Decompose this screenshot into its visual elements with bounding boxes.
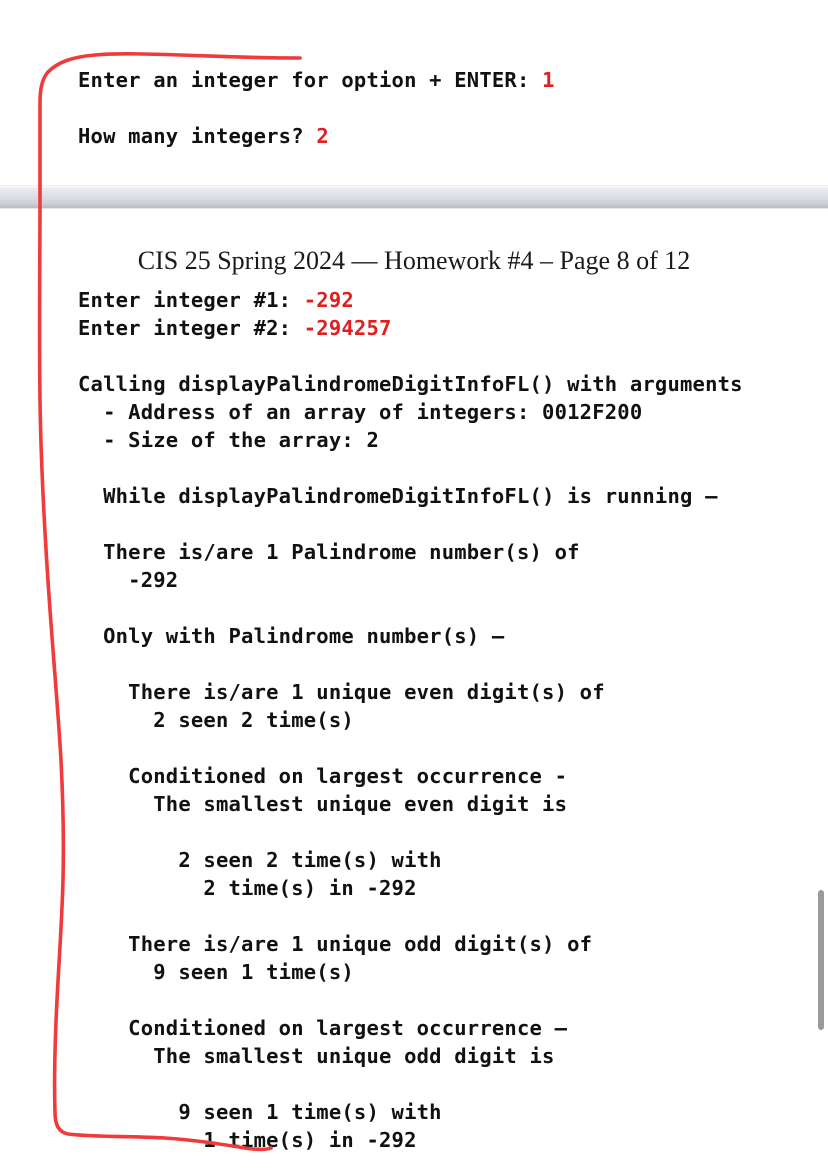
console-line-smallest-odd: The smallest unique odd digit is bbox=[78, 1044, 555, 1068]
scrollbar-thumb[interactable] bbox=[818, 890, 824, 1030]
console-line-calling-function: Calling displayPalindromeDigitInfoFL() w… bbox=[78, 372, 743, 396]
console-line-while-running: While displayPalindromeDigitInfoFL() is … bbox=[78, 484, 718, 508]
console-line-enter-integer-1-label: Enter integer #1: bbox=[78, 288, 304, 312]
document-page: Enter an integer for option + ENTER: 1 H… bbox=[0, 0, 828, 1172]
console-line-palindrome-value: -292 bbox=[78, 568, 179, 592]
console-output-block: Enter integer #1: -292 Enter integer #2:… bbox=[78, 286, 828, 1154]
console-line-unique-odd-detail: 9 seen 1 time(s) bbox=[78, 960, 354, 984]
console-line-enter-integer-2: Enter integer #2: -294257 bbox=[78, 314, 828, 342]
console-line-arg-size: - Size of the array: 2 bbox=[78, 428, 380, 452]
console-line-palindrome-count: There is/are 1 Palindrome number(s) of bbox=[78, 540, 580, 564]
console-line-conditioned-even: Conditioned on largest occurrence - bbox=[78, 764, 568, 788]
console-line-even-seen-in: 2 time(s) in -292 bbox=[78, 876, 417, 900]
console-line-unique-even-detail: 2 seen 2 time(s) bbox=[78, 708, 354, 732]
console-line-option-prompt-value: 1 bbox=[542, 68, 555, 92]
console-line-enter-integer-1: Enter integer #1: -292 bbox=[78, 286, 828, 314]
page-header: CIS 25 Spring 2024 — Homework #4 – Page … bbox=[137, 246, 691, 275]
console-line-count-prompt-label: How many integers? bbox=[78, 124, 317, 148]
console-line-smallest-even: The smallest unique even digit is bbox=[78, 792, 568, 816]
console-line-enter-integer-1-value: -292 bbox=[303, 288, 354, 312]
console-line-count-prompt: How many integers? 2 bbox=[78, 122, 329, 150]
console-line-unique-odd-count: There is/are 1 unique odd digit(s) of bbox=[78, 932, 593, 956]
console-line-enter-integer-2-value: -294257 bbox=[303, 316, 392, 340]
console-line-conditioned-odd: Conditioned on largest occurrence – bbox=[78, 1016, 568, 1040]
console-line-odd-seen-with: 9 seen 1 time(s) with bbox=[78, 1100, 442, 1124]
scrollbar-track[interactable] bbox=[814, 208, 828, 1172]
console-line-enter-integer-2-label: Enter integer #2: bbox=[78, 316, 304, 340]
console-line-even-seen-with: 2 seen 2 time(s) with bbox=[78, 848, 442, 872]
console-line-count-prompt-value: 2 bbox=[316, 124, 329, 148]
page-separator-band bbox=[0, 185, 828, 209]
console-line-arg-address: - Address of an array of integers: 0012F… bbox=[78, 400, 643, 424]
console-line-unique-even-count: There is/are 1 unique even digit(s) of bbox=[78, 680, 605, 704]
console-line-odd-seen-in: 1 time(s) in -292 bbox=[78, 1128, 417, 1152]
console-line-only-with-palindrome: Only with Palindrome number(s) – bbox=[78, 624, 505, 648]
